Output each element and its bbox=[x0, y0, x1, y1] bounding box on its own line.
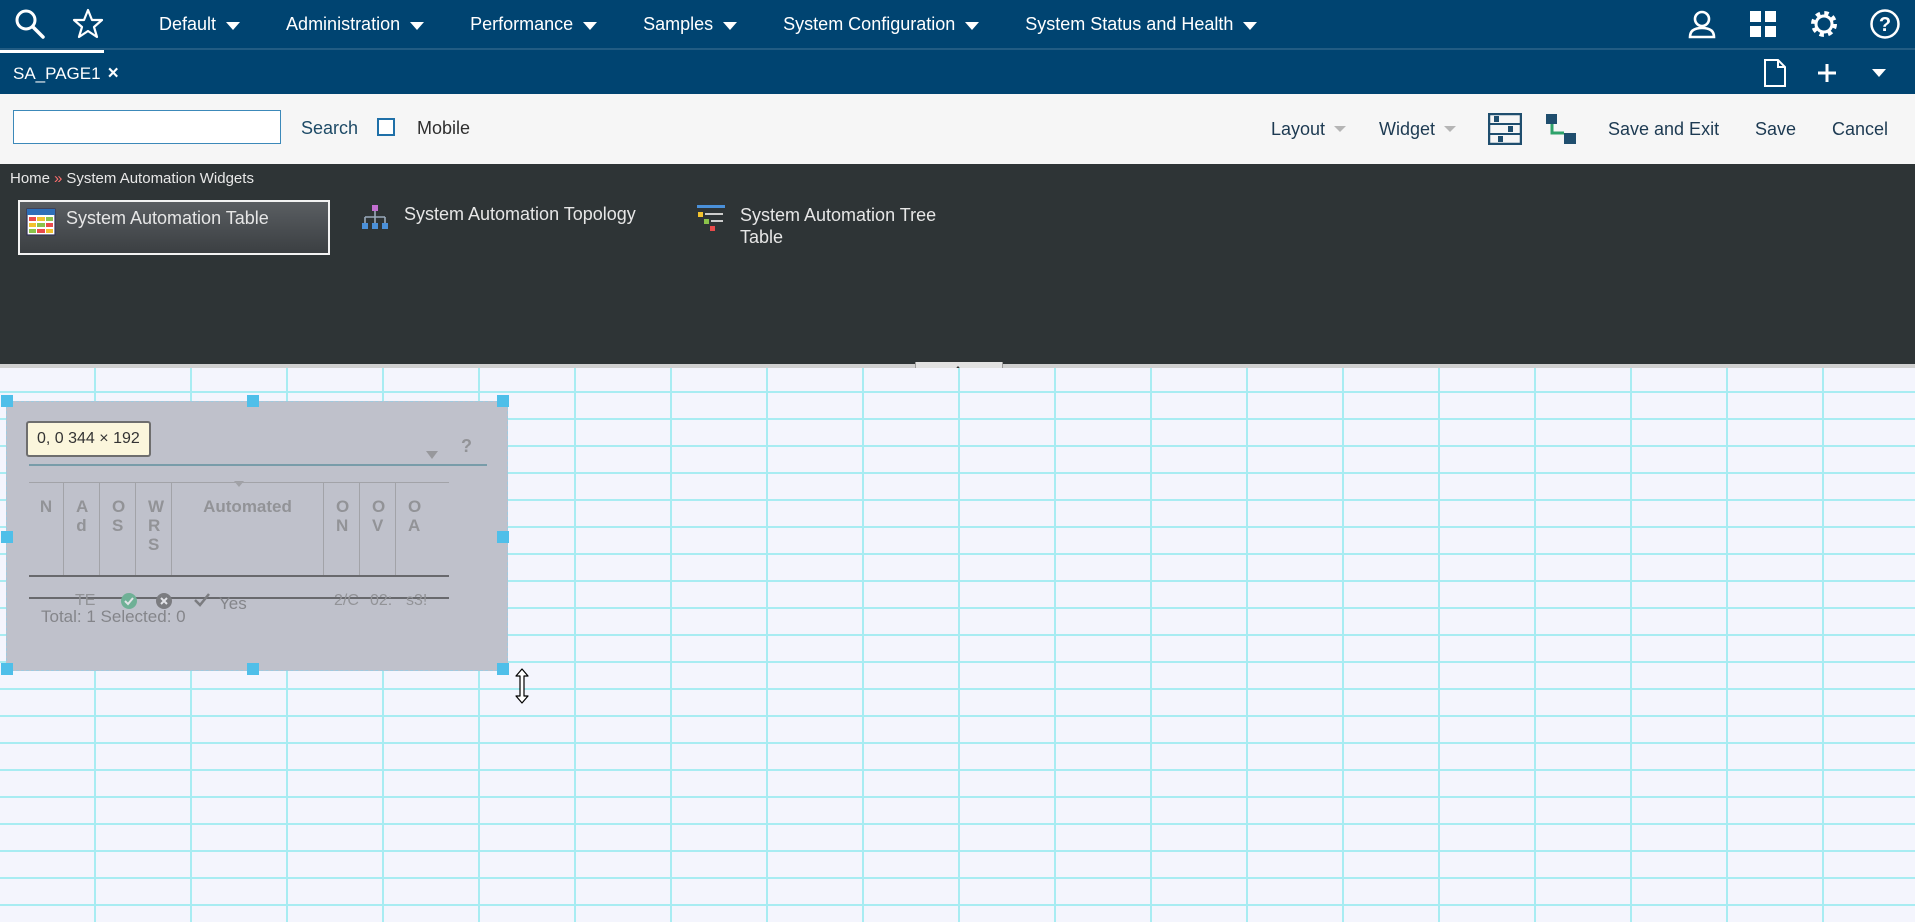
widget-system-automation-table[interactable]: System Automation Table bbox=[18, 200, 330, 255]
page-tab-bar: SA_PAGE1 × bbox=[0, 48, 1915, 96]
menu-system-status-health[interactable]: System Status and Health bbox=[1002, 0, 1280, 48]
table-cell: 02: bbox=[370, 592, 393, 609]
widget-dropdown[interactable]: Widget bbox=[1379, 94, 1457, 164]
tree-table-icon bbox=[697, 205, 725, 231]
column-header: OS bbox=[100, 483, 136, 577]
column-header: WRS bbox=[136, 483, 172, 577]
menu-performance[interactable]: Performance bbox=[447, 0, 620, 48]
save-and-exit-label: Save and Exit bbox=[1608, 118, 1720, 139]
breadcrumb-separator: » bbox=[54, 170, 63, 187]
search-button[interactable]: Search bbox=[301, 118, 358, 139]
tab-label: SA_PAGE1 bbox=[13, 63, 101, 83]
mobile-label: Mobile bbox=[417, 118, 471, 138]
table-cell: s3! bbox=[406, 592, 428, 609]
resize-handle-bottom-left[interactable] bbox=[1, 663, 13, 675]
wiring-icon[interactable] bbox=[1545, 94, 1577, 164]
table-footer: Total: 1 Selected: 0 bbox=[41, 607, 186, 626]
menu-label: System Status and Health bbox=[1025, 13, 1234, 34]
table-cell: Yes bbox=[219, 594, 247, 613]
menu-label: Performance bbox=[470, 13, 574, 34]
placed-widget-system-automation-table[interactable]: ? N Ad OS WRS Automated ON OV OA TE Yes … bbox=[6, 401, 508, 671]
menu-label: Default bbox=[159, 13, 217, 34]
position-size-tooltip: 0, 0 344 × 192 bbox=[26, 421, 151, 457]
menu-label: Samples bbox=[643, 13, 714, 34]
top-navigation-bar: Default Administration Performance Sampl… bbox=[0, 0, 1915, 48]
widget-header-line bbox=[29, 464, 487, 466]
widget-label: System Automation Table bbox=[66, 208, 269, 228]
widget-system-automation-tree-table[interactable]: System Automation Tree Table bbox=[696, 204, 986, 248]
chevron-down-icon bbox=[425, 444, 439, 465]
menu-label: System Configuration bbox=[783, 13, 956, 34]
resize-handle-top-left[interactable] bbox=[1, 395, 13, 407]
breadcrumb: Home» System Automation Widgets bbox=[10, 170, 254, 187]
menu-label: Administration bbox=[286, 13, 401, 34]
resize-handle-bottom[interactable] bbox=[247, 663, 259, 675]
menu-system-configuration[interactable]: System Configuration bbox=[760, 0, 1002, 48]
save-button[interactable]: Save bbox=[1755, 94, 1796, 164]
help-icon: ? bbox=[461, 436, 472, 456]
help-icon[interactable]: ? bbox=[1854, 0, 1915, 48]
column-header: Automated bbox=[172, 483, 324, 577]
resize-handle-top[interactable] bbox=[247, 395, 259, 407]
menu-default[interactable]: Default bbox=[136, 0, 263, 48]
search-icon[interactable] bbox=[0, 0, 60, 48]
widget-palette: Home» System Automation Widgets System Au… bbox=[0, 164, 1915, 364]
chevron-down-icon bbox=[723, 22, 738, 30]
star-icon[interactable] bbox=[60, 0, 116, 48]
breadcrumb-current: System Automation Widgets bbox=[66, 170, 254, 187]
column-header: OV bbox=[360, 483, 396, 577]
column-header: OA bbox=[408, 497, 422, 535]
user-icon[interactable] bbox=[1671, 0, 1732, 48]
editor-toolbar: Search Mobile Layout Widget Save and Exi… bbox=[0, 94, 1915, 165]
widget-system-automation-topology[interactable]: System Automation Topology bbox=[360, 204, 636, 232]
close-icon[interactable]: × bbox=[108, 63, 119, 85]
new-page-icon[interactable] bbox=[1749, 59, 1801, 87]
mobile-checkbox[interactable] bbox=[377, 118, 395, 136]
properties-icon[interactable] bbox=[1488, 94, 1522, 164]
menu-samples[interactable]: Samples bbox=[620, 0, 760, 48]
column-header: N bbox=[29, 483, 64, 577]
save-and-exit-button[interactable]: Save and Exit bbox=[1608, 94, 1719, 164]
chevron-down-icon[interactable] bbox=[1853, 67, 1905, 79]
chevron-down-icon bbox=[226, 22, 241, 30]
check-icon bbox=[193, 592, 211, 613]
table-icon bbox=[26, 208, 56, 236]
breadcrumb-home[interactable]: Home bbox=[10, 170, 50, 187]
cancel-label: Cancel bbox=[1832, 118, 1889, 139]
chevron-down-icon bbox=[1444, 126, 1457, 132]
table-header: N Ad OS WRS Automated ON OV OA bbox=[29, 482, 449, 577]
add-icon[interactable] bbox=[1801, 62, 1853, 84]
menu-administration[interactable]: Administration bbox=[263, 0, 447, 48]
tab-sa-page1[interactable]: SA_PAGE1 × bbox=[0, 50, 119, 94]
chevron-down-icon bbox=[1334, 126, 1347, 132]
topology-icon bbox=[362, 205, 388, 229]
svg-text:?: ? bbox=[1878, 14, 1890, 36]
widget-label: Widget bbox=[1379, 118, 1436, 139]
cancel-button[interactable]: Cancel bbox=[1832, 94, 1888, 164]
main-menu: Default Administration Performance Sampl… bbox=[136, 0, 1280, 48]
column-header: Ad bbox=[64, 483, 100, 577]
resize-handle-bottom-right[interactable] bbox=[497, 663, 509, 675]
search-input[interactable] bbox=[13, 110, 281, 144]
resize-handle-top-right[interactable] bbox=[497, 395, 509, 407]
table-cell: 2/C bbox=[334, 592, 359, 609]
widget-label: System Automation Tree Table bbox=[740, 205, 937, 247]
layout-dropdown[interactable]: Layout bbox=[1271, 94, 1347, 164]
vertical-resize-cursor-icon bbox=[515, 668, 529, 709]
gear-icon[interactable] bbox=[1793, 0, 1854, 48]
widget-label: System Automation Topology bbox=[404, 204, 636, 224]
column-header: ON bbox=[324, 483, 360, 577]
layout-label: Layout bbox=[1271, 118, 1326, 139]
chevron-down-icon bbox=[583, 22, 598, 30]
resize-handle-right[interactable] bbox=[497, 531, 509, 543]
save-label: Save bbox=[1755, 118, 1797, 139]
chevron-down-icon bbox=[965, 22, 980, 30]
grid-icon[interactable] bbox=[1732, 0, 1793, 48]
chevron-down-icon bbox=[410, 22, 425, 30]
resize-handle-left[interactable] bbox=[1, 531, 13, 543]
chevron-down-icon bbox=[1243, 22, 1258, 30]
